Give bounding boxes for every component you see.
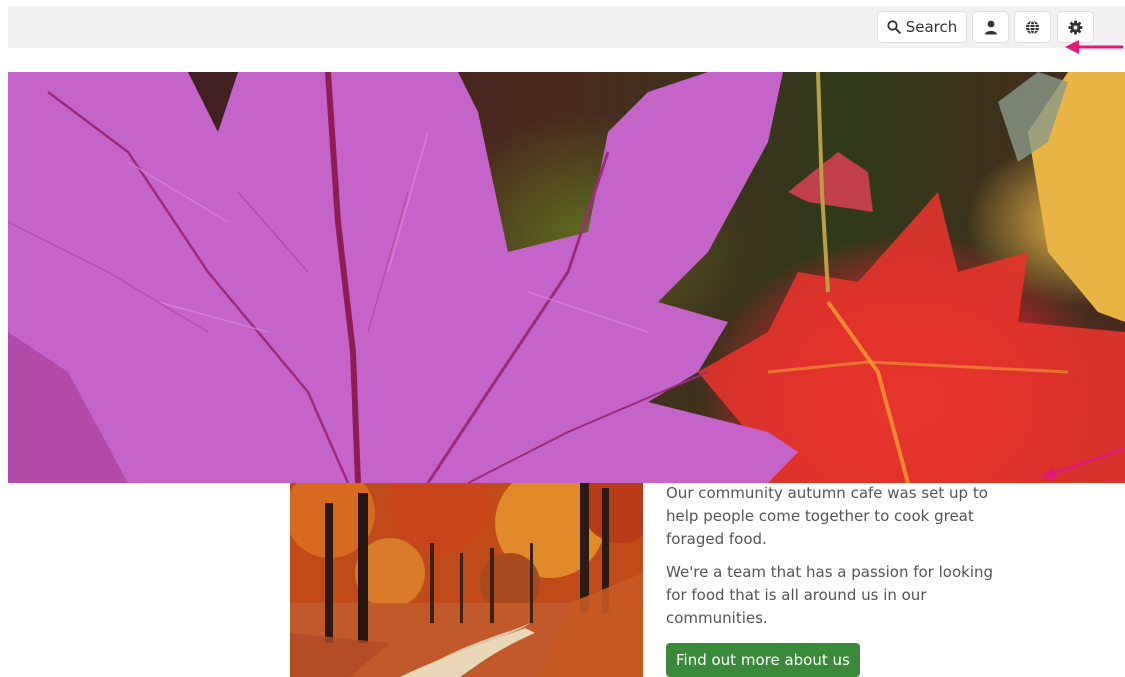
forest-path-image (290, 483, 643, 677)
intro-paragraph-2: We're a team that has a passion for look… (666, 563, 994, 627)
intro-paragraph-1: Our community autumn cafe was set up to … (666, 484, 988, 548)
globe-icon (1025, 20, 1040, 35)
search-label: Search (905, 18, 958, 36)
search-icon (887, 20, 901, 34)
top-toolbar: Search (8, 6, 1125, 48)
user-icon (984, 20, 998, 35)
annotation-arrow-hero (1041, 447, 1124, 479)
gear-icon (1068, 19, 1083, 35)
find-out-more-button[interactable]: Find out more about us (666, 643, 860, 677)
search-button[interactable]: Search (877, 11, 967, 43)
annotation-arrow-toolbar (1065, 40, 1123, 54)
user-button[interactable] (972, 11, 1009, 43)
language-button[interactable] (1014, 11, 1051, 43)
hero-image (8, 72, 1125, 483)
intro-text: Our community autumn cafe was set up to … (666, 483, 1016, 677)
